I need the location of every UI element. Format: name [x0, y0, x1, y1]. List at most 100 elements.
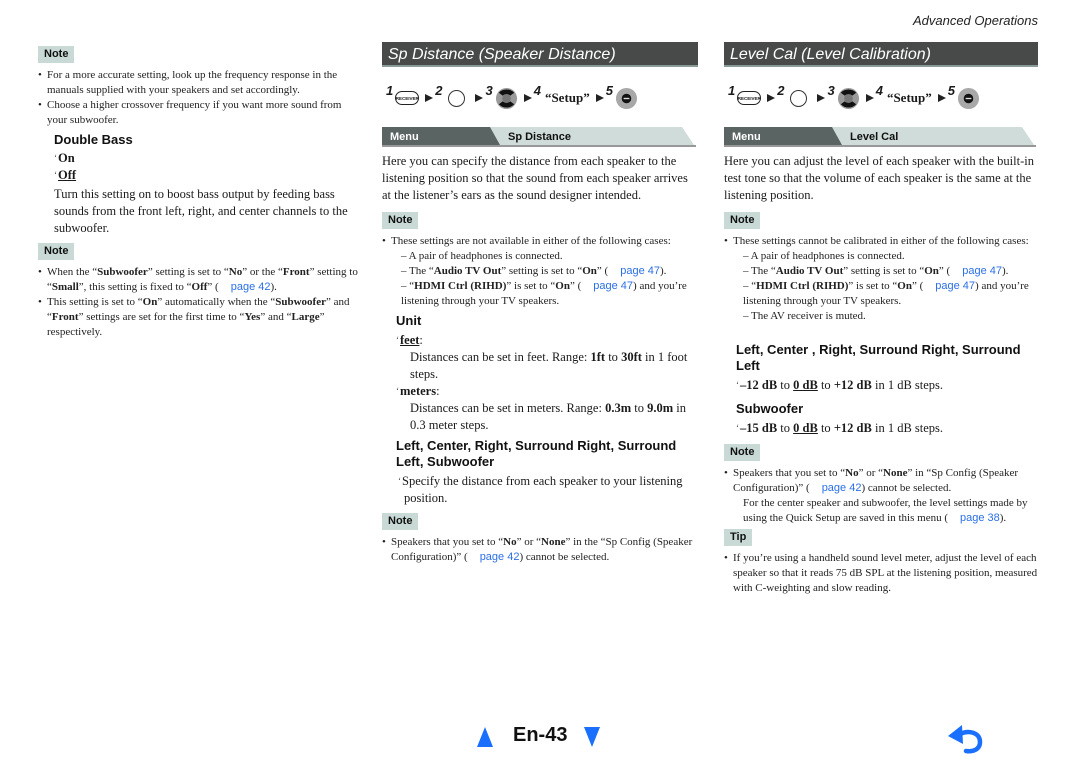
note-badge: Note — [382, 212, 419, 229]
note-availability: Note These settings are not available in… — [382, 210, 698, 309]
tip-list: If you’re using a handheld sound level m… — [724, 551, 1040, 596]
dpad-up-down-icon — [837, 87, 859, 109]
page-38-link[interactable]: page 38 — [960, 512, 1000, 524]
menu-item: Sp Distance — [508, 131, 571, 143]
intro-text: Here you can adjust the level of each sp… — [724, 154, 1034, 202]
note-badge: Note — [38, 46, 75, 63]
menu-label: Menu — [390, 131, 419, 143]
arrow-icon — [523, 94, 532, 102]
option-marker-icon: ʻ — [736, 380, 739, 390]
remote-steps: 1 RECEIVER 2 3 4 “Setup” 5 — [728, 78, 980, 118]
note-list: For a more accurate setting, look up the… — [38, 68, 358, 128]
speakers-description: ʻSpecify the distance from each speaker … — [398, 474, 683, 505]
option-marker-icon: ʻ — [396, 386, 399, 396]
note-item: This setting is set to “On” automaticall… — [38, 295, 358, 340]
previous-page-button[interactable] — [477, 727, 493, 747]
tip-badge: Tip — [724, 529, 753, 546]
menu-item: Level Cal — [850, 131, 899, 143]
arrow-icon — [767, 94, 776, 102]
note-badge: Note — [38, 243, 75, 260]
subwoofer-heading: Subwoofer — [736, 401, 804, 416]
setup-label: “Setup” — [544, 90, 590, 105]
section-header: Advanced Operations — [912, 13, 1038, 28]
menu-path-bar: Menu Sp Distance — [382, 127, 698, 147]
subwoofer-range: ʻ–15 dB to 0 dB to +12 dB in 1 dB steps. — [736, 421, 944, 435]
receiver-button-icon: RECEIVER — [737, 91, 762, 105]
note-badge: Note — [724, 212, 761, 229]
unit-section: Unit ʻfeet: Distances can be set in feet… — [396, 313, 698, 434]
page-footer: En-43 — [0, 720, 1080, 760]
note-double-bass: Note When the “Subwoofer” setting is set… — [38, 241, 358, 340]
page-42-link[interactable]: page 42 — [231, 281, 271, 293]
section-title: Level Cal (Level Calibration) — [724, 42, 1038, 67]
dpad-enter-icon — [957, 87, 980, 109]
note-list: These settings cannot be calibrated in e… — [724, 234, 1038, 324]
note-calibration: Note These settings cannot be calibrated… — [724, 210, 1038, 324]
main-speakers-range: ʻ–12 dB to 0 dB to +12 dB in 1 dB steps. — [736, 378, 944, 392]
page-47-link[interactable]: page 47 — [962, 265, 1002, 277]
dpad-enter-icon — [615, 87, 638, 109]
subwoofer-section: Subwoofer ʻ–15 dB to 0 dB to +12 dB in 1… — [736, 401, 1038, 437]
option-feet-default: ʻfeet: — [396, 333, 423, 347]
speakers-heading: Left, Center, Right, Surround Right, Sur… — [396, 438, 677, 469]
option-meters: ʻmeters: — [396, 384, 440, 398]
note-list: These settings are not available in eith… — [382, 234, 698, 309]
tip-section: Tip If you’re using a handheld sound lev… — [724, 527, 1040, 596]
page-47-link[interactable]: page 47 — [935, 280, 975, 292]
note-list: When the “Subwoofer” setting is set to “… — [38, 265, 358, 340]
option-marker-icon: ʻ — [736, 423, 739, 433]
note-badge: Note — [382, 513, 419, 530]
receiver-button-icon: RECEIVER — [395, 91, 420, 105]
option-marker-icon: ʻ — [54, 153, 57, 163]
meters-description: Distances can be set in meters. Range: 0… — [410, 401, 687, 432]
option-marker-icon: ʻ — [398, 476, 401, 486]
double-bass-description: Turn this setting on to boost bass outpu… — [54, 187, 348, 235]
feet-description: Distances can be set in feet. Range: 1ft… — [410, 350, 688, 381]
option-off-default: ʻOff — [54, 168, 77, 182]
page-42-link[interactable]: page 42 — [480, 551, 520, 563]
note-item: Speakers that you set to “No” or “None” … — [382, 535, 698, 565]
setup-label: “Setup” — [886, 90, 932, 105]
double-bass-section: Double Bass ʻOn ʻOff Turn this setting o… — [54, 132, 358, 237]
page-42-link[interactable]: page 42 — [822, 482, 862, 494]
section-title: Sp Distance (Speaker Distance) — [382, 42, 698, 67]
unit-heading: Unit — [396, 313, 422, 328]
note-badge: Note — [724, 444, 761, 461]
main-speakers-section: Left, Center , Right, Surround Right, Su… — [736, 342, 1038, 394]
tip-item: If you’re using a handheld sound level m… — [724, 551, 1040, 596]
note-item: For a more accurate setting, look up the… — [38, 68, 358, 98]
arrow-icon — [865, 94, 874, 102]
note-item: When the “Subwoofer” setting is set to “… — [38, 265, 358, 295]
page-number: En-43 — [513, 724, 568, 746]
setup-button-icon — [448, 89, 466, 107]
note-item: Speakers that you set to “No” or “None” … — [724, 466, 1040, 526]
arrow-icon — [937, 94, 946, 102]
note-crossover: Note For a more accurate setting, look u… — [38, 44, 358, 128]
option-on: ʻOn — [54, 151, 75, 165]
speakers-section: Left, Center, Right, Surround Right, Sur… — [396, 438, 698, 507]
note-item: Choose a higher crossover frequency if y… — [38, 98, 358, 128]
note-item: These settings cannot be calibrated in e… — [724, 234, 1038, 324]
note-speaker-config: Note Speakers that you set to “No” or “N… — [724, 442, 1040, 526]
menu-label: Menu — [732, 131, 761, 143]
note-speakers: Note Speakers that you set to “No” or “N… — [382, 511, 698, 565]
double-bass-heading: Double Bass — [54, 132, 133, 147]
option-marker-icon: ʻ — [54, 170, 57, 180]
menu-path-bar: Menu Level Cal — [724, 127, 1038, 147]
arrow-icon — [817, 94, 826, 102]
page-47-link[interactable]: page 47 — [593, 280, 633, 292]
arrow-icon — [425, 94, 434, 102]
intro-text: Here you can specify the distance from e… — [382, 154, 688, 202]
note-list: Speakers that you set to “No” or “None” … — [724, 466, 1040, 526]
next-page-button[interactable] — [584, 727, 600, 747]
arrow-icon — [475, 94, 484, 102]
note-item: These settings are not available in eith… — [382, 234, 698, 309]
remote-steps: 1 RECEIVER 2 3 4 “Setup” 5 — [386, 78, 638, 118]
setup-button-icon — [790, 89, 808, 107]
dpad-up-down-icon — [495, 87, 517, 109]
note-list: Speakers that you set to “No” or “None” … — [382, 535, 698, 565]
main-speakers-heading: Left, Center , Right, Surround Right, Su… — [736, 342, 1021, 373]
page-47-link[interactable]: page 47 — [620, 265, 660, 277]
option-marker-icon: ʻ — [396, 335, 399, 345]
back-arrow-icon[interactable] — [946, 722, 986, 758]
